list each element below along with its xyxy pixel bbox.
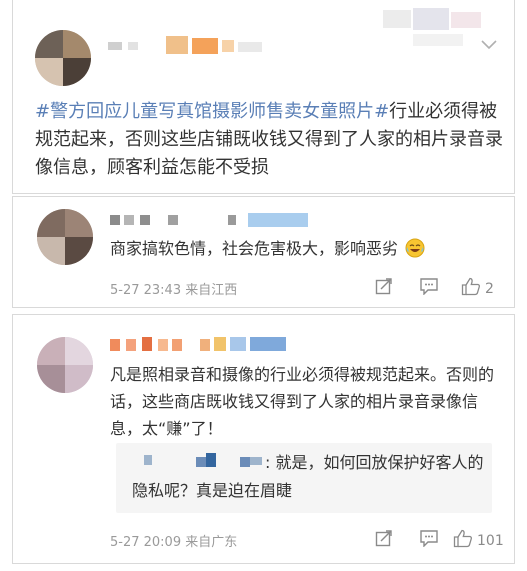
comment-card: 凡是照相录音和摄像的行业必须得被规范起来。否则的话，这些商店既收钱又得到了人家的… xyxy=(12,314,515,564)
like-button[interactable]: 101 xyxy=(453,529,504,552)
post-card: #警方回应儿童写真馆摄影师售卖女童照片#行业必须得被规范起来，否则这些店铺既收钱… xyxy=(12,0,515,194)
avatar[interactable] xyxy=(37,209,93,265)
username-blurred xyxy=(110,211,310,231)
laugh-cry-emoji xyxy=(405,238,425,266)
comment-meta: 5-27 23:43 来自江西 xyxy=(110,283,238,298)
username-blurred xyxy=(110,335,290,355)
like-count: 2 xyxy=(485,280,494,297)
comment-text: 凡是照相录音和摄像的行业必须得被规范起来。否则的话，这些商店既收钱又得到了人家的… xyxy=(110,365,495,438)
avatar[interactable] xyxy=(35,30,91,86)
comment-text: 商家搞软色情，社会危害极大，影响恶劣 xyxy=(110,235,500,266)
comment-card: 商家搞软色情，社会危害极大，影响恶劣 5-27 23:43 来自江西 2 xyxy=(12,196,515,308)
like-button[interactable]: 2 xyxy=(461,277,494,300)
reply-quote: : 就是，如何回放保护好客人的隐私呢？真是迫在眉睫 xyxy=(116,443,492,513)
chevron-down-icon[interactable] xyxy=(481,40,497,50)
thumbs-up-icon xyxy=(461,277,481,300)
mosaic-strip xyxy=(413,34,463,48)
reply-text: : 就是，如何回放保护好客人的隐私呢？真是迫在眉睫 xyxy=(132,453,484,500)
badge-blurred xyxy=(383,8,483,32)
share-icon[interactable] xyxy=(375,277,393,299)
post-text: #警方回应儿童写真馆摄影师售卖女童照片#行业必须得被规范起来，否则这些店铺既收钱… xyxy=(35,98,505,182)
comment-icon[interactable] xyxy=(419,529,439,551)
comment-meta: 5-27 20:09 来自广东 xyxy=(110,535,238,550)
comment-icon[interactable] xyxy=(419,277,439,299)
username-blurred xyxy=(108,34,268,60)
thumbs-up-icon xyxy=(453,529,473,552)
avatar[interactable] xyxy=(37,337,93,393)
hashtag-link[interactable]: #警方回应儿童写真馆摄影师售卖女童照片# xyxy=(35,101,389,122)
like-count: 101 xyxy=(477,532,504,549)
share-icon[interactable] xyxy=(375,529,393,551)
